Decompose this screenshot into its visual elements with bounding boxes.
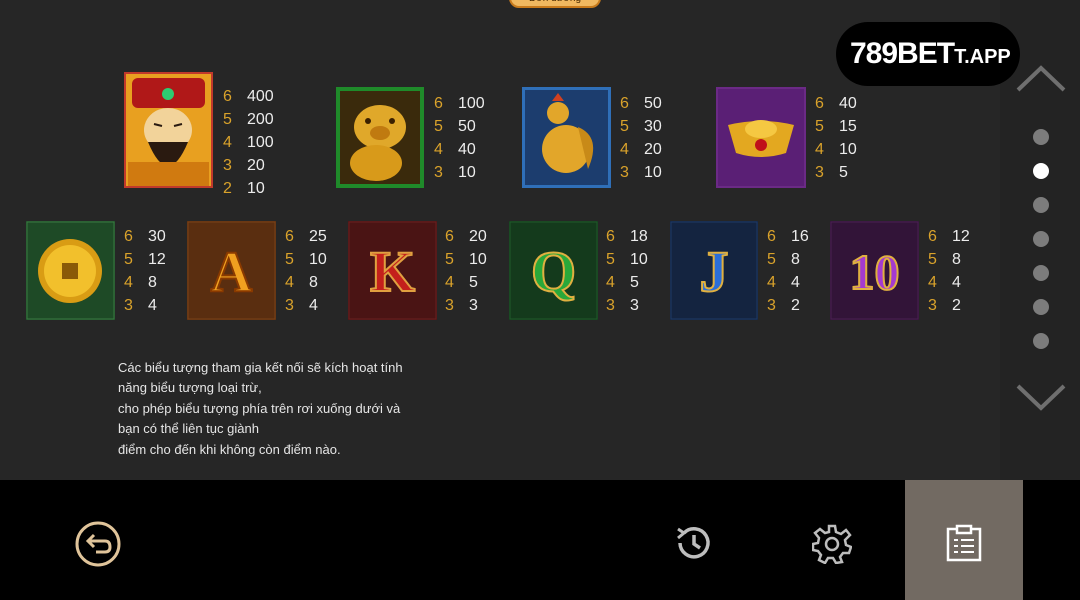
paytable-gold-ingot: 6 40 5 15 4 10 35 [815,95,857,181]
paytable-letter-j: 6 16 58 44 32 [767,228,809,314]
page-dot-3[interactable] [1033,197,1049,213]
description-line: bạn có thể liên tục giành [118,421,259,437]
letter-a-symbol: A [187,221,276,320]
description-line: năng biểu tượng loại trừ, [118,380,262,396]
description-line: cho phép biểu tượng phía trên rơi xuống … [118,400,401,416]
paytable-letter-k: 6 20 5 10 45 33 [445,228,487,314]
back-icon[interactable] [74,520,122,568]
description-line: điểm cho đến khi không còn điểm nào. [118,441,341,457]
letter-k-label: K [370,239,415,304]
gold-coin-symbol [26,221,115,320]
golden-pig-symbol [336,87,424,188]
top-tab[interactable]: Đơn dương [509,0,601,8]
number-10-label: 10 [850,244,900,300]
logo-main: 789BET [850,37,955,70]
paytable-icon [945,524,983,562]
paytable-god-of-wealth: 6 400 5 200 4 100 3 20 2 10 [223,88,274,197]
page-dot-6[interactable] [1033,299,1049,315]
golden-rooster-symbol [522,87,611,188]
letter-q-symbol: Q [509,221,598,320]
history-icon[interactable] [672,521,716,565]
paytable-number-10: 6 12 58 44 32 [928,228,970,314]
scroll-down-icon[interactable] [1014,382,1068,414]
letter-q-label: Q [531,239,576,304]
page-dot-4[interactable] [1033,231,1049,247]
paytable-letter-a: 6 25 5 10 48 34 [285,228,327,314]
paytable-golden-rooster: 6 50 5 30 4 20 3 10 [620,95,662,181]
page-dot-2-active[interactable] [1033,163,1049,179]
page-dot-1[interactable] [1033,129,1049,145]
letter-j-symbol: J [670,221,758,320]
number-10-symbol: 10 [830,221,919,320]
letter-k-symbol: K [348,221,437,320]
logo-suffix: T.APP [954,46,1011,68]
letter-a-label: A [211,239,253,304]
paytable-gold-coin: 6 30 5 12 48 34 [124,228,166,314]
scroll-up-icon[interactable] [1014,62,1068,94]
page-dot-7[interactable] [1033,333,1049,349]
god-of-wealth-symbol [124,72,213,188]
gold-ingot-symbol [716,87,806,188]
description-line: Các biểu tượng tham gia kết nối sẽ kích … [118,360,403,375]
letter-j-label: J [700,239,729,304]
brand-logo: 789BETT.APP [836,22,1020,86]
settings-icon[interactable] [811,522,853,565]
page-dot-5[interactable] [1033,265,1049,281]
paytable-golden-pig: 6 100 5 50 4 40 3 10 [434,95,485,181]
feature-description: Các biểu tượng tham gia kết nối sẽ kích … [118,358,438,460]
paytable-letter-q: 6 18 5 10 45 33 [606,228,648,314]
paytable-tab[interactable] [905,480,1023,600]
